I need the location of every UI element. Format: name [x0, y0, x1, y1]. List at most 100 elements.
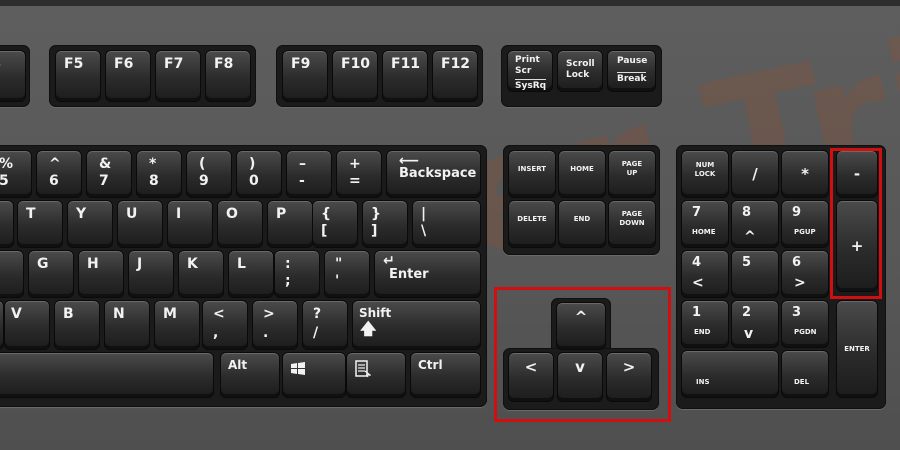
arrow-down-key[interactable]: v	[557, 352, 603, 402]
key-y[interactable]: Y	[67, 200, 113, 248]
home-label: HOME	[570, 165, 594, 173]
key-period[interactable]: >.	[252, 300, 298, 350]
right-shift-key[interactable]: Shift 🡅	[352, 300, 481, 350]
f10-key[interactable]: F10	[332, 50, 378, 102]
page-up-key[interactable]: PAGE UP	[608, 150, 656, 198]
key-quote[interactable]: " '	[324, 250, 370, 298]
right-alt-key[interactable]: Alt	[220, 352, 280, 398]
f9-key[interactable]: F9	[282, 50, 328, 102]
key-semicolon[interactable]: :;	[274, 250, 320, 298]
context-menu-icon	[355, 360, 371, 378]
numpad-0-key[interactable]: INS	[681, 350, 779, 398]
key-6[interactable]: ^ 6	[36, 150, 82, 198]
delete-key[interactable]: DELETE	[508, 200, 556, 248]
f10-label: F10	[341, 56, 371, 72]
end-key[interactable]: END	[558, 200, 606, 248]
key-9[interactable]: (9	[186, 150, 232, 198]
numpad-3-key[interactable]: 3 PGDN	[781, 300, 829, 348]
numpad-minus-key[interactable]: -	[836, 150, 878, 198]
numpad-divide-key[interactable]: /	[731, 150, 779, 198]
numpad-9-sub-label: PGUP	[794, 228, 816, 236]
key-comma[interactable]: <,	[202, 300, 248, 350]
key-8[interactable]: * 8	[136, 150, 182, 198]
key-k-label: K	[187, 256, 198, 272]
f6-key[interactable]: F6	[105, 50, 151, 102]
enter-key[interactable]: ↵ Enter	[374, 250, 481, 298]
key-left-bracket[interactable]: {[	[312, 200, 358, 248]
numpad-4-key[interactable]: 4 <	[681, 250, 729, 298]
key-j[interactable]: J	[128, 250, 174, 298]
key-t[interactable]: T	[17, 200, 63, 248]
print-screen-key[interactable]: Print Scr SysRq	[507, 50, 553, 92]
key-n[interactable]: N	[104, 300, 150, 350]
f5-key[interactable]: F5	[55, 50, 101, 102]
numpad-enter-key[interactable]: ENTER	[836, 300, 878, 398]
key-backslash[interactable]: | \	[412, 200, 481, 248]
backspace-key[interactable]: ⟵ Backspace	[386, 150, 481, 198]
f8-key[interactable]: F8	[205, 50, 251, 102]
numpad-1-sub-label: END	[694, 328, 711, 336]
pause-key[interactable]: Pause Break	[607, 50, 656, 92]
key-p[interactable]: P	[267, 200, 313, 248]
key-right-bracket[interactable]: }]	[362, 200, 408, 248]
right-ctrl-key[interactable]: Ctrl	[410, 352, 481, 398]
f7-key[interactable]: F7	[155, 50, 201, 102]
key-7-top: &	[99, 156, 112, 172]
num-lock-key[interactable]: NUM LOCK	[681, 150, 729, 198]
key-v[interactable]: V	[4, 300, 50, 350]
key-slash[interactable]: ? /	[302, 300, 348, 350]
f12-label: F12	[441, 56, 471, 72]
key-h[interactable]: H	[78, 250, 124, 298]
key-minus[interactable]: – -	[286, 150, 332, 198]
numpad-decimal-key[interactable]: DEL	[781, 350, 829, 398]
home-key[interactable]: HOME	[558, 150, 606, 198]
page-down-key[interactable]: PAGE DOWN	[608, 200, 656, 248]
numpad-multiply-key[interactable]: *	[781, 150, 829, 198]
key-equals[interactable]: + =	[336, 150, 382, 198]
numpad-6-key[interactable]: 6 >	[781, 250, 829, 298]
numpad-9-key[interactable]: 9 PGUP	[781, 200, 829, 248]
f4-key[interactable]: 4	[0, 50, 26, 102]
key-m[interactable]: M	[154, 300, 200, 350]
key-o[interactable]: O	[217, 200, 263, 248]
arrow-up-key[interactable]: ^	[556, 302, 606, 350]
key-b[interactable]: B	[54, 300, 100, 350]
scroll-lock-key[interactable]: Scroll Lock	[557, 50, 603, 92]
numpad-7-key[interactable]: 7 HOME	[681, 200, 729, 248]
key-f[interactable]	[0, 250, 24, 298]
key-5[interactable]: % 5	[0, 150, 32, 198]
numpad-5-key[interactable]: 5	[731, 250, 779, 298]
numpad-8-key[interactable]: 8 ^	[731, 200, 779, 248]
f12-key[interactable]: F12	[432, 50, 478, 102]
key-8-bottom: 8	[149, 173, 159, 189]
keyboard-image: Driver Tricks 4 F5 F6 F7 F8 F9 F10 F11 F…	[0, 0, 900, 450]
key-7[interactable]: & 7	[86, 150, 132, 198]
key-backslash-label: \	[421, 223, 427, 239]
windows-key[interactable]	[282, 352, 346, 398]
key-k[interactable]: K	[178, 250, 224, 298]
alt-label: Alt	[228, 358, 248, 372]
key-i[interactable]: I	[167, 200, 213, 248]
arrow-right-key[interactable]: >	[606, 352, 652, 402]
key-0[interactable]: ) 0	[236, 150, 282, 198]
key-o-label: O	[226, 206, 238, 222]
numpad-3-sub-label: PGDN	[794, 328, 817, 336]
key-u[interactable]: U	[117, 200, 163, 248]
key-minus-bottom: -	[299, 173, 305, 189]
numpad-plus-key[interactable]: +	[836, 200, 878, 292]
f11-key[interactable]: F11	[382, 50, 428, 102]
menu-key[interactable]	[346, 352, 406, 398]
insert-key[interactable]: INSERT	[508, 150, 556, 198]
numpad-4-sub-label: <	[692, 275, 704, 291]
key-l[interactable]: L	[228, 250, 274, 298]
numpad-1-key[interactable]: 1 END	[681, 300, 729, 348]
numpad-2-key[interactable]: 2v	[731, 300, 779, 348]
enter-arrow-icon: ↵	[383, 253, 395, 269]
arrow-down-icon: v	[575, 358, 585, 376]
key-g[interactable]: G	[28, 250, 74, 298]
key-y-label: Y	[76, 206, 87, 222]
key-greater-than-label: >	[263, 306, 275, 322]
arrow-left-key[interactable]: <	[508, 352, 554, 402]
key-r[interactable]	[0, 200, 14, 248]
space-bar[interactable]	[0, 352, 214, 398]
